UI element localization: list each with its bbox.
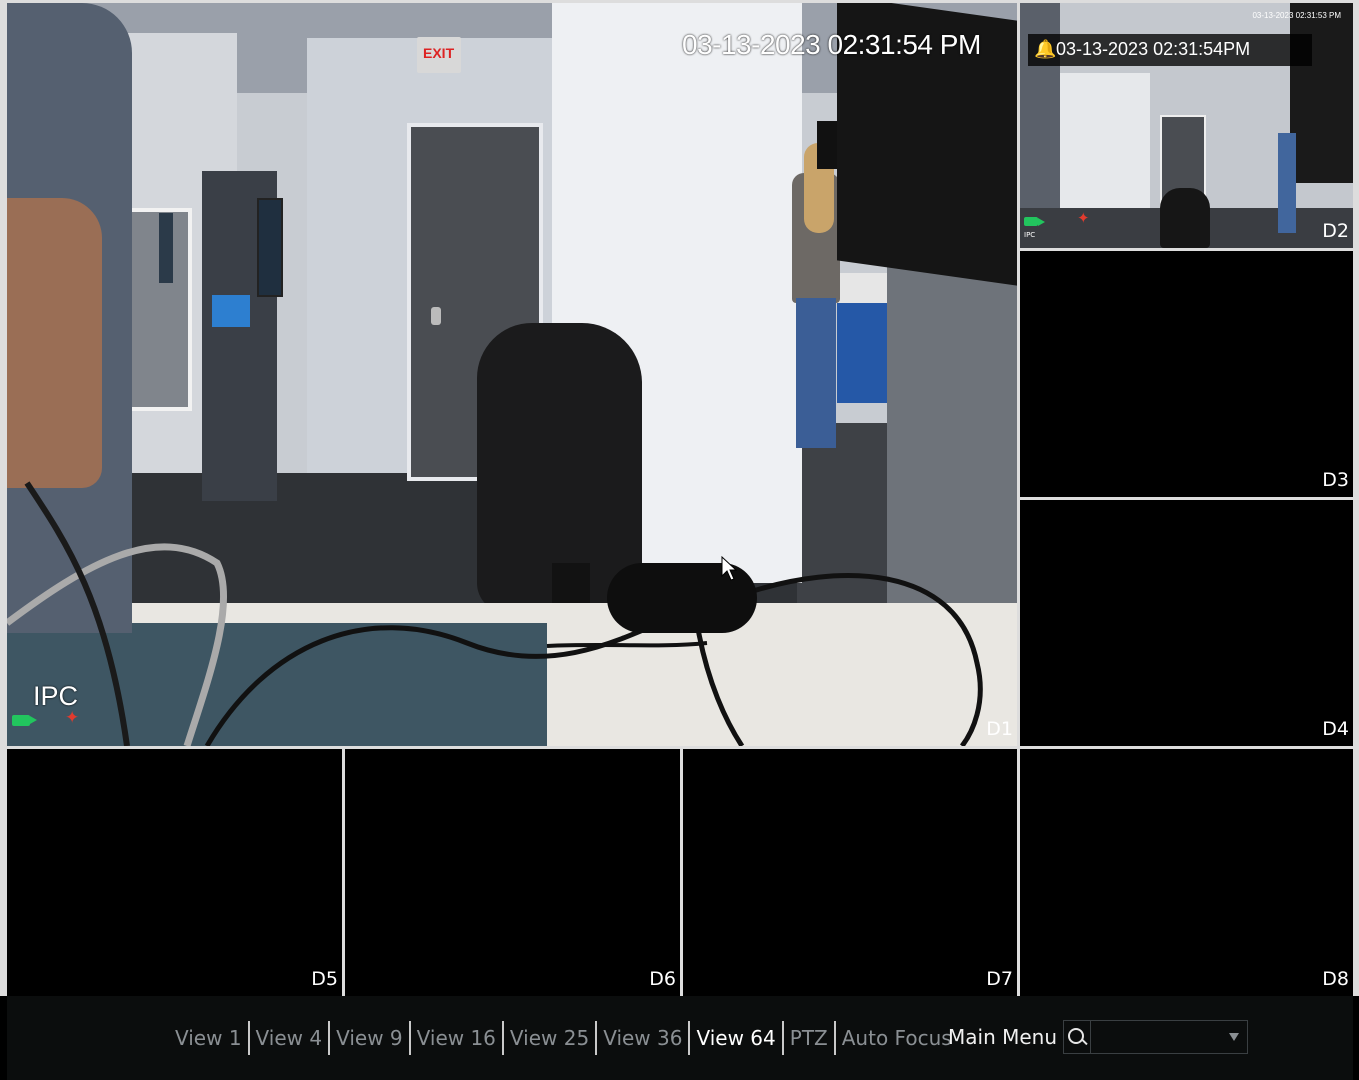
channel-label-d2: D2	[1322, 220, 1349, 242]
record-camera-icon	[1024, 217, 1045, 226]
camera-tile-d8[interactable]: D8	[1020, 749, 1353, 996]
view-layout-bar: View 1 View 4 View 9 View 16 View 25 Vie…	[169, 1020, 958, 1056]
channel-label-d3: D3	[1322, 469, 1349, 491]
main-menu-button[interactable]: Main Menu	[948, 1020, 1057, 1054]
camera-tile-d1[interactable]: EXIT 03-13-2023 02:31:54 PM IPC ✦ D1	[7, 3, 1017, 746]
auto-focus-button[interactable]: Auto Focus	[836, 1021, 958, 1055]
camera-tile-d6[interactable]: D6	[345, 749, 680, 996]
d2-alarm-timestamp: 03-13-2023 02:31:54PM	[1056, 39, 1251, 59]
motion-detect-icon: ✦	[65, 708, 80, 728]
channel-label-d7: D7	[986, 968, 1013, 990]
view-64-button[interactable]: View 64	[690, 1021, 784, 1055]
d2-source-label: IPC	[1024, 231, 1036, 239]
d2-alarm-banner: 🔔 03-13-2023 02:31:54PM	[1028, 34, 1312, 66]
channel-label-d5: D5	[311, 968, 338, 990]
d1-timestamp: 03-13-2023 02:31:54 PM	[682, 29, 981, 60]
camera-tile-d7[interactable]: D7	[683, 749, 1017, 996]
alarm-bell-icon: 🔔	[1034, 39, 1057, 60]
channel-label-d8: D8	[1322, 968, 1349, 990]
view-16-button[interactable]: View 16	[411, 1021, 504, 1055]
motion-detect-icon: ✦	[1077, 209, 1090, 227]
camera-tile-d5[interactable]: D5	[7, 749, 342, 996]
ptz-button[interactable]: PTZ	[784, 1021, 836, 1055]
camera-tile-d4[interactable]: D4	[1020, 500, 1353, 746]
mouse-cursor-icon	[721, 556, 737, 581]
camera-tile-d3[interactable]: D3	[1020, 251, 1353, 497]
record-camera-icon	[12, 715, 37, 726]
channel-label-d4: D4	[1322, 718, 1349, 740]
view-4-button[interactable]: View 4	[250, 1021, 331, 1055]
camera-grid: EXIT 03-13-2023 02:31:54 PM IPC ✦ D1 03-…	[0, 0, 1359, 996]
bottom-toolbar: View 1 View 4 View 9 View 16 View 25 Vie…	[7, 996, 1353, 1080]
camera-tile-d2[interactable]: 03-13-2023 02:31:53 PM 🔔 03-13-2023 02:3…	[1020, 3, 1353, 248]
view-36-button[interactable]: View 36	[597, 1021, 691, 1055]
view-25-button[interactable]: View 25	[504, 1021, 598, 1055]
search-icon[interactable]	[1064, 1021, 1091, 1053]
view-9-button[interactable]: View 9	[330, 1021, 411, 1055]
d2-camera-timestamp: 03-13-2023 02:31:53 PM	[1252, 11, 1341, 20]
search-input[interactable]	[1092, 1023, 1216, 1051]
channel-label-d1: D1	[986, 718, 1013, 740]
search-dropdown[interactable]	[1063, 1020, 1248, 1054]
chevron-down-icon[interactable]	[1229, 1033, 1239, 1041]
camera-feed-d1: EXIT	[7, 3, 1017, 746]
view-1-button[interactable]: View 1	[169, 1021, 250, 1055]
channel-label-d6: D6	[649, 968, 676, 990]
